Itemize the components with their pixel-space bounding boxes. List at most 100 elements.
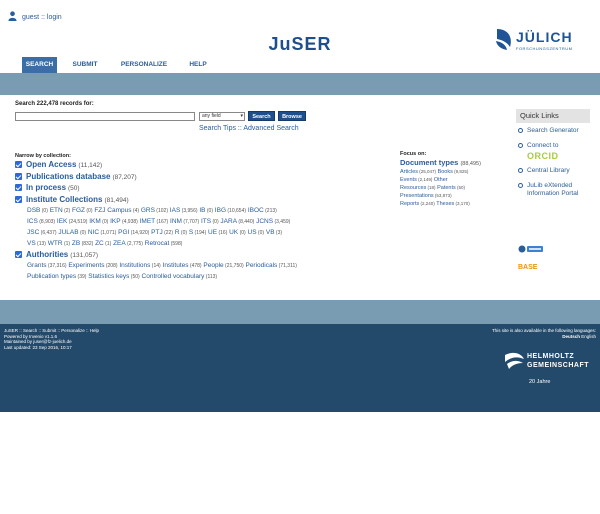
collection-link[interactable]: In process bbox=[26, 183, 66, 192]
sub-collection-link[interactable]: IKP bbox=[110, 218, 120, 225]
sub-collection-link[interactable]: Retrocat bbox=[145, 240, 170, 247]
helmholtz-line-2: GEMEINSCHAFT bbox=[527, 362, 589, 369]
sub-collection-link[interactable]: Resources bbox=[400, 185, 426, 191]
search-button[interactable]: Search bbox=[248, 111, 275, 121]
collection-link[interactable]: Open Access bbox=[26, 160, 76, 169]
sub-collection-link[interactable]: IKM bbox=[89, 218, 101, 225]
quick-links-title: Quick Links bbox=[516, 109, 590, 123]
sub-collection-link[interactable]: JCNS bbox=[256, 218, 273, 225]
collection-checkbox[interactable] bbox=[15, 196, 22, 203]
sub-collection-link[interactable]: VB bbox=[266, 229, 275, 236]
sub-collection-link[interactable]: IBG bbox=[215, 207, 226, 214]
sub-collection-count: (16) bbox=[217, 230, 228, 236]
sub-collection-link[interactable]: Grants bbox=[27, 262, 47, 269]
sub-collection-link[interactable]: Controlled vocabulary bbox=[142, 273, 205, 280]
advanced-search-link[interactable]: Advanced Search bbox=[243, 125, 298, 132]
sub-collection-link[interactable]: JSC bbox=[27, 229, 39, 236]
tab-search[interactable]: SEARCH bbox=[22, 57, 57, 73]
sub-collection-link[interactable]: JULAB bbox=[58, 229, 78, 236]
sub-collection-link[interactable]: IMET bbox=[140, 218, 156, 225]
sub-collection-link[interactable]: GRS bbox=[141, 207, 155, 214]
institute-line-1: DSB (0) ETN (2) FGZ (0) FZJ Campus (4) G… bbox=[27, 207, 277, 214]
institute-line-3: JSC (6,437) JULAB (0) NIC (1,071) PGI (1… bbox=[27, 229, 282, 236]
language-english[interactable]: English bbox=[581, 334, 596, 339]
sub-collection-link[interactable]: WTR bbox=[48, 240, 63, 247]
sub-collection-link[interactable]: NIC bbox=[88, 229, 99, 236]
sub-collection-link[interactable]: Events bbox=[400, 177, 417, 183]
sub-collection-link[interactable]: Publication types bbox=[27, 273, 76, 280]
sub-collection-count: (478) bbox=[188, 263, 202, 269]
login-link[interactable]: guest :: login bbox=[22, 14, 62, 21]
collection-link[interactable]: Authorities bbox=[26, 250, 68, 259]
sub-collection-link[interactable]: ETN bbox=[50, 207, 63, 214]
sub-collection-link[interactable]: Periodicals bbox=[245, 262, 277, 269]
sub-collection-link[interactable]: Books bbox=[438, 169, 453, 175]
sub-collection-link[interactable]: VS bbox=[27, 240, 36, 247]
sub-collection-link[interactable]: IBOC bbox=[248, 207, 264, 214]
search-tips-link[interactable]: Search Tips bbox=[199, 125, 236, 132]
focus-line-4: Presentations (53,873) bbox=[400, 192, 490, 200]
sub-collection-link[interactable]: JARA bbox=[220, 218, 237, 225]
sub-collection-link[interactable]: UK bbox=[229, 229, 238, 236]
sub-collection-link[interactable]: ICS bbox=[27, 218, 38, 225]
sub-collection-link[interactable]: PGI bbox=[118, 229, 129, 236]
base-logo[interactable]: BASE bbox=[518, 264, 537, 271]
juelich-logo[interactable]: JÜLICH FORSCHUNGSZENTRUM bbox=[494, 27, 574, 57]
collection-checkbox[interactable] bbox=[15, 161, 22, 168]
sub-collection-link[interactable]: People bbox=[203, 262, 223, 269]
sub-collection-link[interactable]: Institutes bbox=[163, 262, 189, 269]
sub-collection-link[interactable]: ZB bbox=[72, 240, 80, 247]
badge-icon[interactable] bbox=[518, 244, 544, 254]
sub-collection-count: (167) bbox=[155, 219, 169, 225]
sub-collection-link[interactable]: ZC bbox=[95, 240, 104, 247]
sub-collection-link[interactable]: Experiments bbox=[68, 262, 104, 269]
quick-link-label: Connect to bbox=[527, 142, 559, 149]
sub-collection-link[interactable]: IAS bbox=[170, 207, 180, 214]
sub-collection-link[interactable]: Patents bbox=[437, 185, 456, 191]
sub-collection-link[interactable]: Reports bbox=[400, 201, 419, 207]
sub-collection-link[interactable]: Articles bbox=[400, 169, 418, 175]
bullet-icon bbox=[518, 168, 523, 173]
footer-nav[interactable]: JuSER :: Search :: Submit :: Personalize… bbox=[4, 328, 99, 334]
language-deutsch[interactable]: Deutsch bbox=[562, 334, 580, 339]
chevron-down-icon: ▾ bbox=[240, 113, 243, 119]
collection-checkbox[interactable] bbox=[15, 251, 22, 258]
orcid-logo[interactable]: ORCID bbox=[527, 151, 559, 161]
sub-collection-link[interactable]: ZEA bbox=[113, 240, 126, 247]
sub-collection-link[interactable]: Statistics keys bbox=[88, 273, 129, 280]
collection-link[interactable]: Institute Collections bbox=[26, 195, 102, 204]
sub-collection-link[interactable]: Presentations bbox=[400, 193, 434, 199]
sub-collection-count: (8,440) bbox=[237, 219, 255, 225]
sub-collection-link[interactable]: UE bbox=[208, 229, 217, 236]
sub-collection-link[interactable]: Theses bbox=[436, 201, 454, 207]
sub-collection-link[interactable]: FZJ Campus bbox=[94, 207, 131, 214]
sub-collection-link[interactable]: PTJ bbox=[151, 229, 163, 236]
tab-personalize[interactable]: PERSONALIZE bbox=[113, 57, 175, 73]
search-input[interactable] bbox=[15, 112, 195, 121]
header-banner bbox=[0, 73, 600, 95]
helmholtz-logo[interactable]: HELMHOLTZ GEMEINSCHAFT 20 Jahre bbox=[503, 349, 598, 389]
collection-checkbox[interactable] bbox=[15, 184, 22, 191]
helmholtz-years: 20 Jahre bbox=[529, 379, 551, 385]
sub-collection-link[interactable]: DSB bbox=[27, 207, 40, 214]
sub-collection-link[interactable]: ITS bbox=[201, 218, 211, 225]
focus-line-3: Resources (18) Patents (50) bbox=[400, 184, 490, 192]
sub-collection-count: (50) bbox=[455, 185, 466, 190]
sub-collection-link[interactable]: Institutions bbox=[119, 262, 150, 269]
sub-collection-link[interactable]: INM bbox=[170, 218, 182, 225]
sub-collection-count: (0) bbox=[211, 219, 219, 225]
sub-collection-link[interactable]: FGZ bbox=[72, 207, 85, 214]
sub-collection-count: (3,170) bbox=[454, 201, 470, 206]
bullet-icon bbox=[518, 183, 523, 188]
sub-collection-link[interactable]: US bbox=[248, 229, 257, 236]
collection-link[interactable]: Publications database bbox=[26, 172, 110, 181]
sub-collection-link[interactable]: IEK bbox=[57, 218, 67, 225]
sub-collection-count: (21,750) bbox=[223, 263, 244, 269]
document-types-link[interactable]: Document types bbox=[400, 158, 458, 167]
collection-checkbox[interactable] bbox=[15, 173, 22, 180]
tab-submit[interactable]: SUBMIT bbox=[67, 57, 103, 73]
tab-help[interactable]: HELP bbox=[182, 57, 214, 73]
field-select[interactable]: any field ▾ bbox=[199, 112, 245, 121]
sub-collection-link[interactable]: Other bbox=[434, 177, 448, 183]
browse-button[interactable]: Browse bbox=[278, 111, 306, 121]
